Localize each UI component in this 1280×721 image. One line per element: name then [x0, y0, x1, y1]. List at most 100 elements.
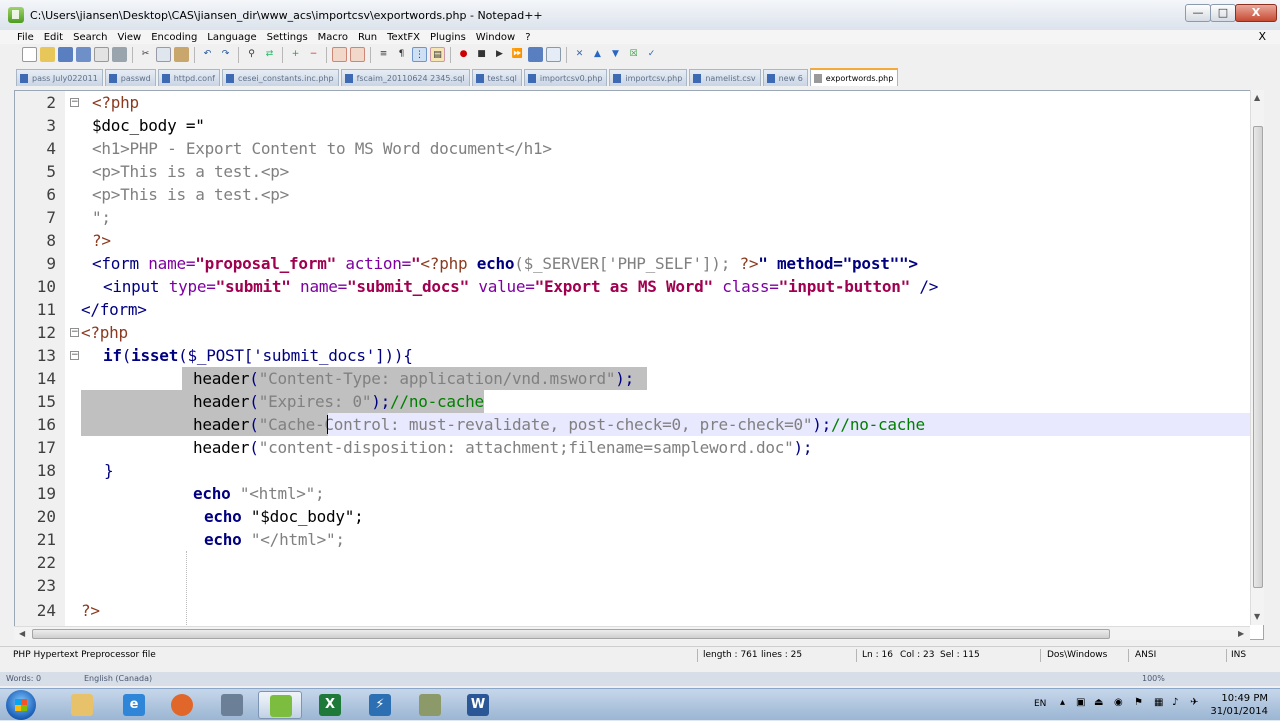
compare-icon[interactable]: ✕	[572, 47, 587, 62]
save-icon[interactable]	[58, 47, 73, 62]
tab-passwd[interactable]: passwd	[104, 69, 156, 86]
menu-settings[interactable]: Settings	[267, 32, 308, 43]
explorer-taskbar-button[interactable]	[60, 691, 104, 719]
fold-toggle-icon[interactable]: −	[70, 351, 79, 360]
spell-icon[interactable]: ✓	[644, 47, 659, 62]
usb-icon[interactable]: ⏏	[1094, 697, 1103, 708]
language-indicator[interactable]: EN	[1034, 699, 1046, 709]
ie-taskbar-button[interactable]: e	[112, 691, 156, 719]
down-icon[interactable]: ▼	[608, 47, 623, 62]
redo-icon[interactable]: ↷	[218, 47, 233, 62]
close-document-button[interactable]: X	[1258, 30, 1266, 43]
tab-importcsv0[interactable]: importcsv0.php	[523, 69, 608, 86]
menu-view[interactable]: View	[117, 32, 141, 43]
word-taskbar-button[interactable]: W	[456, 691, 500, 719]
indent-guide-icon[interactable]: ⋮	[412, 47, 427, 62]
trim-icon[interactable]	[546, 47, 561, 62]
undo-icon[interactable]: ↶	[200, 47, 215, 62]
cut-icon[interactable]: ✂	[138, 47, 153, 62]
menu-edit[interactable]: Edit	[44, 32, 63, 43]
replace-icon[interactable]: ⇄	[262, 47, 277, 62]
code-token: action=	[335, 254, 412, 273]
firefox-taskbar-button[interactable]	[160, 691, 204, 719]
save-all-icon[interactable]	[76, 47, 91, 62]
menu-help[interactable]: ?	[525, 32, 530, 43]
up-icon[interactable]: ▲	[590, 47, 605, 62]
wrap-icon[interactable]: ≡	[376, 47, 391, 62]
tray-app-icon[interactable]: ▣	[1076, 697, 1085, 708]
menu-file[interactable]: File	[17, 32, 34, 43]
new-file-icon[interactable]	[22, 47, 37, 62]
code-token: <input	[103, 277, 169, 296]
status-encoding: ANSI	[1135, 650, 1157, 660]
print-icon[interactable]	[112, 47, 127, 62]
sync-v-icon[interactable]	[332, 47, 347, 62]
menu-run[interactable]: Run	[358, 32, 377, 43]
open-file-icon[interactable]	[40, 47, 55, 62]
clock-date[interactable]: 31/01/2014	[1210, 706, 1268, 717]
maximize-button[interactable]: □	[1210, 4, 1236, 22]
fold-toggle-icon[interactable]: −	[70, 328, 79, 337]
tab-fscaim-sql[interactable]: fscaim_20110624 2345.sql	[340, 69, 470, 86]
filezilla-taskbar-button[interactable]: ⚡	[358, 691, 402, 719]
excel-taskbar-button[interactable]: X	[308, 691, 352, 719]
play-macro-icon[interactable]: ▶	[492, 47, 507, 62]
play-multiple-icon[interactable]: ⏩	[510, 47, 525, 62]
excel-icon: X	[319, 694, 341, 716]
close-button[interactable]: X	[1235, 4, 1277, 22]
close-file-icon[interactable]	[94, 47, 109, 62]
tab-importcsv[interactable]: importcsv.php	[609, 69, 688, 86]
title-bar[interactable]: C:\Users\jiansen\Desktop\CAS\jiansen_dir…	[0, 0, 1280, 30]
copy-icon[interactable]	[156, 47, 171, 62]
antivirus-icon[interactable]: ◉	[1114, 697, 1123, 708]
menu-plugins[interactable]: Plugins	[430, 32, 466, 43]
vertical-scrollbar[interactable]: ▲ ▼	[1250, 90, 1264, 625]
clock-time[interactable]: 10:49 PM	[1221, 693, 1268, 704]
scroll-up-icon[interactable]: ▲	[1254, 93, 1260, 102]
menu-encoding[interactable]: Encoding	[151, 32, 197, 43]
tab-cesei-constants[interactable]: cesei_constants.inc.php	[221, 69, 339, 86]
volume-icon[interactable]: ♪	[1172, 697, 1178, 708]
zoom-in-icon[interactable]: +	[288, 47, 303, 62]
stop-macro-icon[interactable]: ■	[474, 47, 489, 62]
tab-httpd-conf[interactable]: httpd.conf	[157, 69, 220, 86]
notepadpp-taskbar-button[interactable]	[258, 691, 302, 719]
code-editor[interactable]: 2 − <?php 3 $doc_body =" 4 <h1>PHP - Exp…	[14, 90, 1264, 640]
tab-test-sql[interactable]: test.sql	[471, 69, 522, 86]
horizontal-scrollbar[interactable]: ◀ ▶	[14, 626, 1250, 640]
code-text: <form name="proposal_form" action="<?php…	[92, 252, 918, 275]
tab-pass-july022011[interactable]: pass July022011	[16, 69, 103, 86]
menu-language[interactable]: Language	[207, 32, 256, 43]
tab-exportwords[interactable]: exportwords.php	[809, 68, 899, 86]
scroll-left-icon[interactable]: ◀	[19, 629, 25, 638]
stack-taskbar-button[interactable]	[408, 691, 452, 719]
action-center-icon[interactable]: ⚑	[1134, 697, 1143, 708]
tab-namelist[interactable]: namelist.csv	[689, 69, 761, 86]
horizontal-scroll-thumb[interactable]	[32, 629, 1110, 639]
find-icon[interactable]: ⚲	[244, 47, 259, 62]
show-hidden-icons-icon[interactable]: ▴	[1060, 697, 1065, 708]
fold-toggle-icon[interactable]: −	[70, 98, 79, 107]
record-macro-icon[interactable]: ●	[456, 47, 471, 62]
sync-h-icon[interactable]	[350, 47, 365, 62]
menu-window[interactable]: Window	[476, 32, 515, 43]
menu-search[interactable]: Search	[73, 32, 107, 43]
network-tray-icon[interactable]: ▦	[1154, 697, 1163, 708]
network-taskbar-button[interactable]	[210, 691, 254, 719]
doc-map-icon[interactable]: ▤	[430, 47, 445, 62]
save-macro-icon[interactable]	[528, 47, 543, 62]
zoom-out-icon[interactable]: −	[306, 47, 321, 62]
start-button[interactable]	[6, 690, 36, 720]
pin-icon[interactable]: ✈	[1190, 697, 1198, 708]
vertical-scroll-thumb[interactable]	[1253, 126, 1263, 588]
tab-new-6[interactable]: new 6	[762, 69, 808, 86]
menu-textfx[interactable]: TextFX	[387, 32, 420, 43]
menu-macro[interactable]: Macro	[318, 32, 348, 43]
plugin-icon[interactable]: ☒	[626, 47, 641, 62]
scroll-right-icon[interactable]: ▶	[1238, 629, 1244, 638]
code-text: echo "$doc_body";	[204, 505, 364, 528]
minimize-button[interactable]: —	[1185, 4, 1211, 22]
show-all-icon[interactable]: ¶	[394, 47, 409, 62]
paste-icon[interactable]	[174, 47, 189, 62]
scroll-down-icon[interactable]: ▼	[1254, 612, 1260, 621]
